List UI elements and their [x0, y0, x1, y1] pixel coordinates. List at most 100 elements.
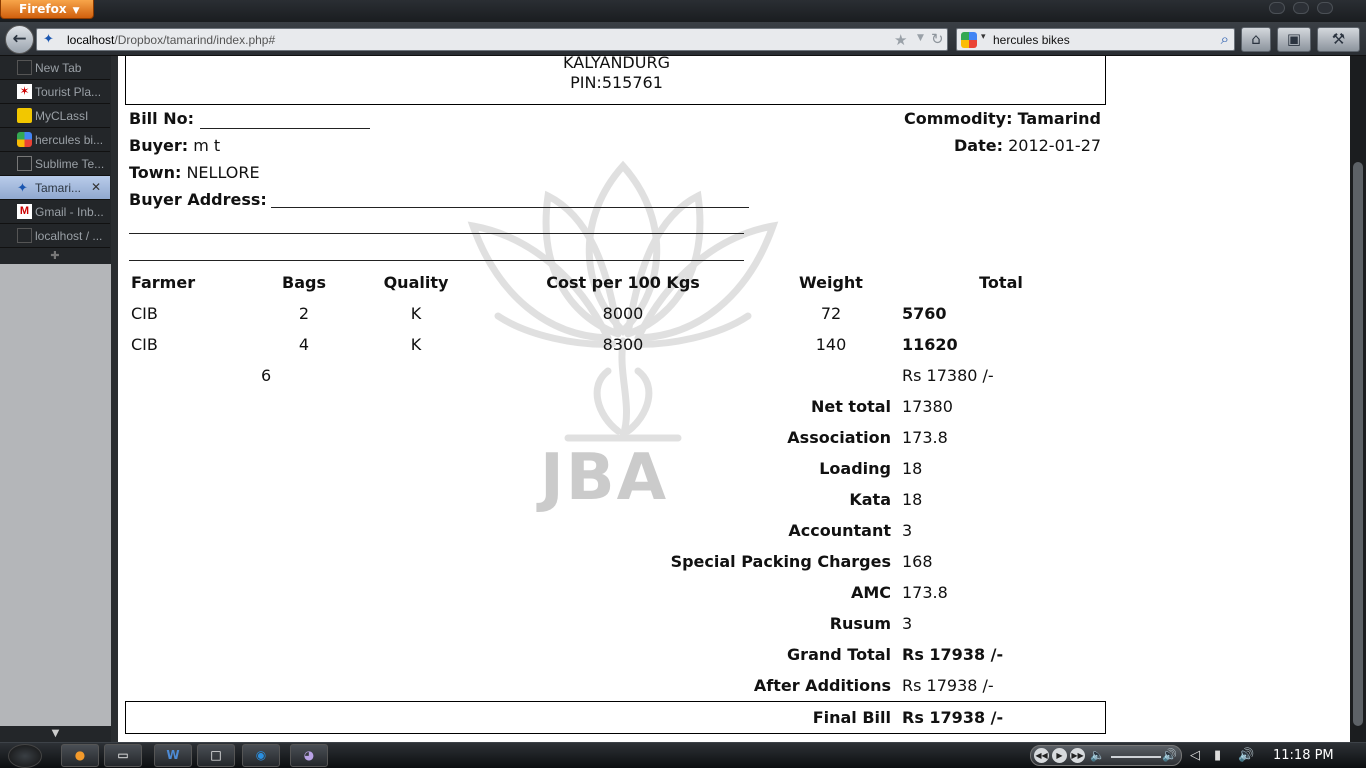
- date-label: Date:: [954, 136, 1003, 155]
- bookmarks-button[interactable]: ▣: [1277, 27, 1311, 52]
- header-town: KALYANDURG: [563, 56, 670, 72]
- taskbar-app[interactable]: ◉: [242, 744, 280, 767]
- taskbar-window[interactable]: □: [197, 744, 235, 767]
- window-titlebar: Firefox ▼: [0, 0, 1366, 22]
- charge-label-grand-total: Grand Total: [787, 645, 891, 664]
- start-button[interactable]: [8, 744, 42, 768]
- teamviewer-icon: ◉: [255, 748, 267, 762]
- row-bags: 4: [298, 335, 310, 354]
- chevron-down-icon[interactable]: ▾: [981, 32, 986, 42]
- media-player-toolbar: ◀◀ ▶ ▶▶ 🔈 🔊: [1030, 745, 1182, 766]
- row-quality: K: [410, 304, 422, 323]
- url-text: localhost/Dropbox/tamarind/index.php#: [67, 33, 275, 47]
- volume-slider[interactable]: [1111, 756, 1161, 758]
- search-bar[interactable]: ▾ hercules bikes ⌕: [956, 28, 1235, 51]
- col-header-total: Total: [979, 273, 1023, 292]
- chevron-down-icon: ▼: [72, 6, 80, 16]
- taskbar-explorer[interactable]: ▭: [104, 744, 142, 767]
- minimize-button[interactable]: [1269, 2, 1285, 14]
- row-cost: 8300: [602, 335, 644, 354]
- mute-icon[interactable]: 🔈: [1090, 748, 1105, 762]
- tab-label: Gmail - Inb...: [35, 205, 104, 219]
- reload-icon[interactable]: ↻: [931, 30, 944, 48]
- word-icon: W: [166, 748, 180, 762]
- volume-max-icon[interactable]: 🔊: [1162, 748, 1177, 762]
- charge-label-association: Association: [787, 428, 891, 447]
- tab-new-tab[interactable]: New Tab: [0, 56, 110, 80]
- search-input[interactable]: hercules bikes: [993, 33, 1070, 47]
- commodity-field: Commodity: Tamarind: [904, 109, 1101, 128]
- taskbar-word[interactable]: W: [154, 744, 192, 767]
- total-sum: Rs 17380 /-: [902, 366, 994, 385]
- speaker-icon[interactable]: 🔊: [1238, 748, 1254, 763]
- tab-label: Sublime Te...: [35, 157, 105, 171]
- charge-label-accountant: Accountant: [788, 521, 891, 540]
- scrollbar-thumb[interactable]: [1353, 162, 1363, 726]
- charge-label-after-additions: After Additions: [753, 676, 891, 695]
- maximize-button[interactable]: [1293, 2, 1309, 14]
- tab-hercules-bikes[interactable]: hercules bi...: [0, 128, 110, 152]
- home-icon: ⌂: [1251, 30, 1261, 48]
- battery-icon[interactable]: ▮: [1214, 748, 1221, 763]
- tab-label: Tourist Pla...: [35, 85, 102, 99]
- charge-value-net-total: 17380: [902, 397, 953, 416]
- tab-myclassi[interactable]: MyCLassI: [0, 104, 110, 128]
- row-weight: 140: [815, 335, 847, 354]
- taskbar-firefox[interactable]: ●: [61, 744, 99, 767]
- history-dropdown-icon[interactable]: ▼: [917, 33, 924, 43]
- tab-gmail[interactable]: M Gmail - Inb...: [0, 200, 110, 224]
- charge-value-kata: 18: [902, 490, 923, 509]
- commodity-value: Tamarind: [1017, 109, 1101, 128]
- blank-page-icon: [17, 228, 32, 243]
- page-scrollbar[interactable]: [1350, 56, 1366, 742]
- chevron-down-icon: ▼: [51, 728, 60, 739]
- tab-scroll-down-button[interactable]: ▼: [0, 726, 111, 742]
- url-bar[interactable]: ✦ localhost/Dropbox/tamarind/index.php# …: [36, 28, 948, 51]
- buyer-field: Buyer: m t: [129, 136, 220, 155]
- row-total: 11620: [902, 335, 958, 354]
- previous-track-icon[interactable]: ◀◀: [1034, 748, 1049, 763]
- charge-label-kata: Kata: [849, 490, 891, 509]
- final-bill-label: Final Bill: [812, 708, 891, 727]
- google-icon: [17, 132, 32, 147]
- back-arrow-icon[interactable]: ◁: [1190, 748, 1200, 763]
- tab-label: Tamari...: [35, 181, 82, 195]
- gmail-icon: M: [17, 204, 32, 219]
- sidebar-splitter[interactable]: [111, 56, 118, 742]
- charge-value-rusum: 3: [902, 614, 913, 633]
- row-farmer: CIB: [131, 304, 158, 323]
- close-tab-icon[interactable]: ✕: [91, 180, 101, 194]
- row-total: 5760: [902, 304, 947, 323]
- tools-icon: ⚒: [1331, 30, 1346, 48]
- tab-list: New Tab ✶ Tourist Pla... MyCLassI hercul…: [0, 56, 111, 264]
- google-icon[interactable]: [961, 32, 977, 48]
- tools-button[interactable]: ⚒: [1317, 27, 1360, 52]
- play-icon[interactable]: ▶: [1052, 748, 1067, 763]
- close-window-button[interactable]: [1317, 2, 1333, 14]
- back-button[interactable]: ←: [5, 25, 34, 54]
- tab-label: MyCLassI: [35, 109, 89, 123]
- tab-tamarind[interactable]: ✦ Tamari... ✕: [0, 176, 110, 200]
- maple-leaf-icon: ✦: [43, 32, 54, 47]
- search-icon[interactable]: ⌕: [1221, 30, 1229, 48]
- col-header-weight: Weight: [799, 273, 863, 292]
- home-button[interactable]: ⌂: [1241, 27, 1271, 52]
- tab-localhost[interactable]: localhost / ...: [0, 224, 110, 248]
- col-header-cost: Cost per 100 Kgs: [546, 273, 700, 292]
- charge-value-loading: 18: [902, 459, 923, 478]
- tourist-site-icon: ✶: [17, 84, 32, 99]
- taskbar-app-2[interactable]: ◕: [290, 744, 328, 767]
- taskbar-clock[interactable]: 11:18 PM: [1273, 748, 1334, 763]
- tab-sublime-text[interactable]: Sublime Te...: [0, 152, 110, 176]
- myclassi-icon: [17, 108, 32, 123]
- next-track-icon[interactable]: ▶▶: [1070, 748, 1085, 763]
- buyer-address-label: Buyer Address:: [129, 190, 267, 209]
- charge-value-accountant: 3: [902, 521, 913, 540]
- tab-label: hercules bi...: [35, 133, 104, 147]
- bill-header-box: KALYANDURG PIN:515761: [125, 56, 1106, 105]
- bookmark-star-icon[interactable]: ★: [894, 31, 907, 49]
- firefox-menu-button[interactable]: Firefox ▼: [0, 0, 94, 19]
- tab-tourist-places[interactable]: ✶ Tourist Pla...: [0, 80, 110, 104]
- new-tab-button[interactable]: ✚: [0, 249, 110, 264]
- date-field: Date: 2012-01-27: [954, 136, 1101, 155]
